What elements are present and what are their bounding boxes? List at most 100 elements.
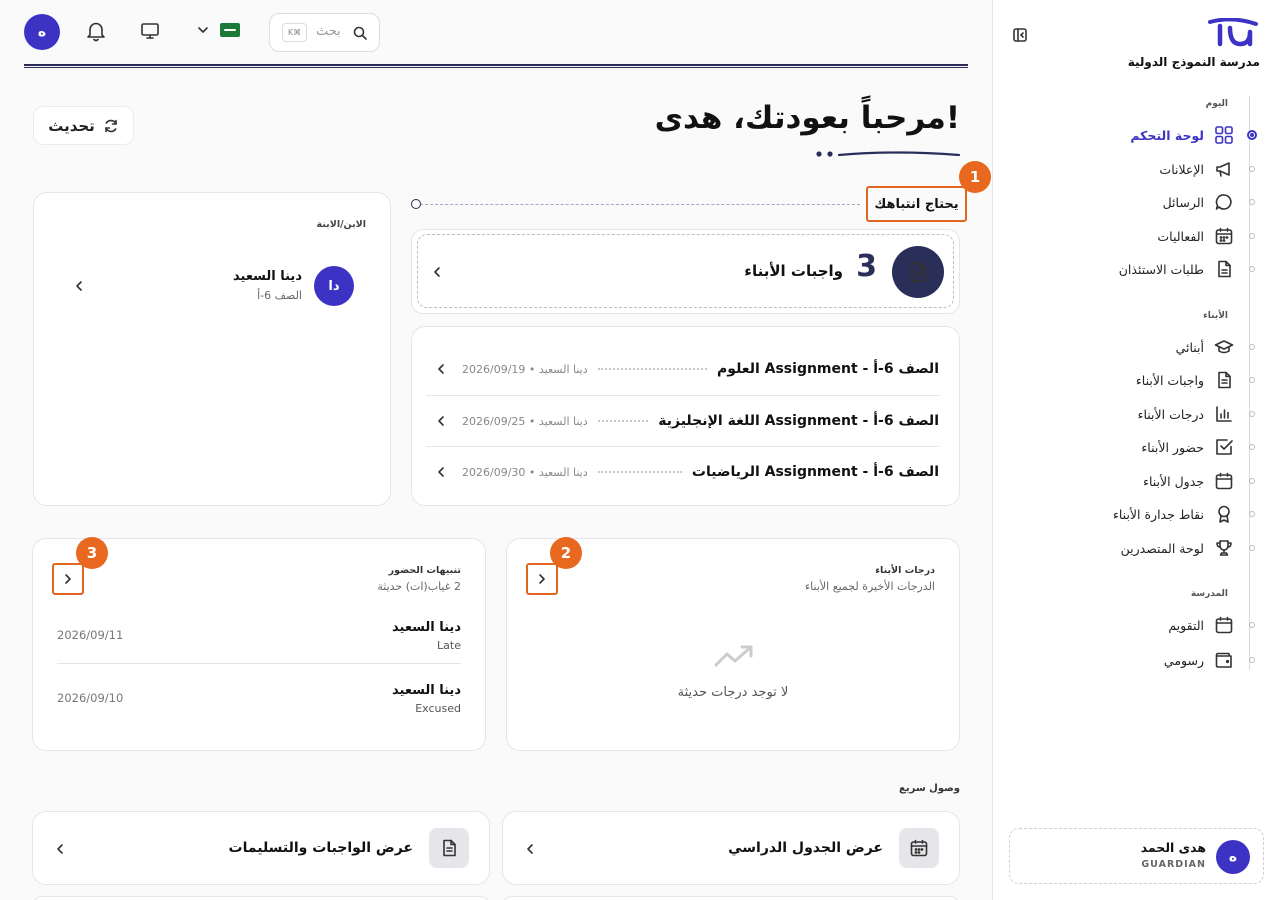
chat-icon [1214, 192, 1234, 212]
attendance-status: Late [437, 639, 461, 652]
highlight-badge-3: 3 [76, 537, 108, 569]
grades-title: درجات الأبناء [875, 565, 935, 576]
sidebar-item-label: حضور الأبناء [1141, 439, 1204, 455]
homework-card-inner: 3 واجبات الأبناء [417, 234, 954, 308]
header-divider [24, 64, 968, 68]
nav-dot [1249, 377, 1255, 383]
file-text-icon [892, 246, 944, 298]
wallet-icon [1214, 650, 1234, 670]
chevron-left-icon[interactable] [72, 279, 86, 293]
dotted-leader [597, 420, 649, 422]
child-avatar: دا [314, 266, 354, 306]
nav-dot [1247, 130, 1257, 140]
attendance-title: تنبيهات الحضور [388, 565, 461, 576]
heading-underline-decoration [815, 147, 961, 161]
calendar-icon [899, 828, 939, 868]
assignment-row[interactable]: العلوم Assignment - الصف 6-أ دينا السعيد… [426, 344, 939, 394]
assignment-meta: دينا السعيد • 2026/09/30 [462, 465, 588, 479]
nav-dot [1249, 199, 1255, 205]
nav-section-school: المدرسة [1190, 589, 1228, 599]
row-divider [57, 663, 461, 664]
attendance-date: 2026/09/11 [57, 628, 124, 642]
dashboard-icon [1214, 125, 1234, 145]
assignment-title: العلوم Assignment - الصف 6-أ [717, 361, 939, 377]
sidebar-item-label: جدول الأبناء [1143, 473, 1204, 489]
notifications-bell-icon[interactable] [85, 20, 107, 42]
refresh-button[interactable]: تحديث [33, 106, 134, 145]
child-name[interactable]: دينا السعيد [233, 269, 302, 284]
grades-subtitle: الدرجات الأخيرة لجميع الأبناء [805, 580, 935, 593]
attendance-open-button[interactable] [52, 563, 84, 595]
homework-title: واجبات الأبناء [744, 262, 843, 280]
trending-up-icon [714, 643, 754, 669]
sidebar-collapse-icon[interactable] [1013, 28, 1027, 42]
sidebar-item-leaderboard[interactable]: لوحة المتصدرين [993, 535, 1280, 561]
chevron-left-icon [53, 842, 67, 856]
search-shortcut-hint: K⌘ [282, 23, 307, 42]
calendar-icon [1214, 615, 1234, 635]
sidebar-item-children-schedule[interactable]: جدول الأبناء [993, 468, 1280, 494]
sidebar-item-label: درجات الأبناء [1137, 406, 1204, 422]
search-box[interactable]: K⌘ بحث [269, 13, 380, 52]
quick-view-schedule-button[interactable]: عرض الجدول الدراسي [502, 811, 960, 885]
trophy-icon [1214, 538, 1234, 558]
user-profile-card[interactable]: ه هدى الحمد GUARDIAN [1009, 828, 1264, 884]
sidebar-item-calendar[interactable]: التقويم [993, 612, 1280, 638]
sidebar-item-children-attendance[interactable]: حضور الأبناء [993, 434, 1280, 460]
attendance-row[interactable]: دينا السعيد Excused 2026/09/10 [57, 683, 461, 723]
chevron-left-icon [523, 842, 537, 856]
quick-view-homework-button[interactable]: عرض الواجبات والتسليمات [32, 811, 490, 885]
sidebar-item-label: طلبات الاستئذان [1118, 261, 1204, 277]
section-line-dot [411, 199, 421, 209]
sidebar-item-leave-requests[interactable]: طلبات الاستئذان [993, 256, 1280, 282]
sidebar-item-label: لوحة التحكم [1130, 127, 1204, 143]
assignment-row[interactable]: الرياضيات Assignment - الصف 6-أ دينا الس… [426, 447, 939, 497]
sidebar-item-my-children[interactable]: أبنائي [993, 334, 1280, 360]
sidebar-item-dashboard[interactable]: لوحة التحكم [993, 122, 1280, 148]
attendance-status: Excused [415, 702, 461, 715]
check-square-icon [1214, 437, 1234, 457]
sidebar-item-children-grades[interactable]: درجات الأبناء [993, 401, 1280, 427]
sidebar-item-events[interactable]: الفعاليات [993, 223, 1280, 249]
nav-dot [1249, 266, 1255, 272]
chevron-left-icon [434, 362, 448, 376]
sidebar-item-announcements[interactable]: الإعلانات [993, 156, 1280, 182]
refresh-icon [103, 118, 119, 134]
language-selector[interactable] [196, 23, 240, 37]
sidebar-item-label: لوحة المتصدرين [1120, 540, 1204, 556]
document-icon [1214, 259, 1234, 279]
needs-attention-title: يحتاج انتباهك [866, 186, 967, 222]
display-mode-monitor-icon[interactable] [140, 22, 160, 40]
attendance-child-name: دينا السعيد [392, 620, 461, 635]
refresh-label: تحديث [48, 116, 95, 135]
sidebar-item-my-fees[interactable]: رسومي [993, 647, 1280, 673]
attendance-date: 2026/09/10 [57, 691, 124, 705]
nav-dot [1249, 233, 1255, 239]
sidebar: مدرسة النموذج الدولية اليوم الأبناء المد… [992, 0, 1280, 900]
search-icon [352, 25, 368, 41]
grades-open-button[interactable] [526, 563, 558, 595]
sidebar-item-children-homework[interactable]: واجبات الأبناء [993, 367, 1280, 393]
sidebar-item-messages[interactable]: الرسائل [993, 189, 1280, 215]
highlight-badge-2: 2 [550, 537, 582, 569]
nav-dot [1249, 444, 1255, 450]
assignment-title: الرياضيات Assignment - الصف 6-أ [691, 464, 939, 480]
quick-card-cutoff [502, 896, 960, 900]
grades-empty-text: لا توجد درجات حديثة [677, 685, 789, 700]
attendance-child-name: دينا السعيد [392, 683, 461, 698]
user-avatar: ه [1216, 840, 1250, 874]
profile-avatar-button[interactable]: ه [24, 14, 60, 50]
attendance-row[interactable]: دينا السعيد Late 2026/09/11 [57, 620, 461, 660]
nav-dot [1249, 511, 1255, 517]
sidebar-item-label: واجبات الأبناء [1135, 372, 1204, 388]
children-homework-summary-card[interactable]: 3 واجبات الأبناء [411, 229, 960, 314]
sidebar-item-label: الفعاليات [1157, 228, 1204, 244]
saudi-flag-icon [220, 23, 240, 37]
quick-action-label: عرض الواجبات والتسليمات [228, 840, 413, 856]
award-icon [1214, 504, 1234, 524]
homework-count: 3 [856, 249, 877, 284]
attendance-subtitle: 2 غياب(ات) حديثة [377, 580, 461, 593]
sidebar-item-merit-points[interactable]: نقاط جدارة الأبناء [993, 501, 1280, 527]
assignment-row[interactable]: اللغة الإنجليزية Assignment - الصف 6-أ د… [426, 396, 939, 446]
sidebar-item-label: التقويم [1168, 617, 1204, 633]
